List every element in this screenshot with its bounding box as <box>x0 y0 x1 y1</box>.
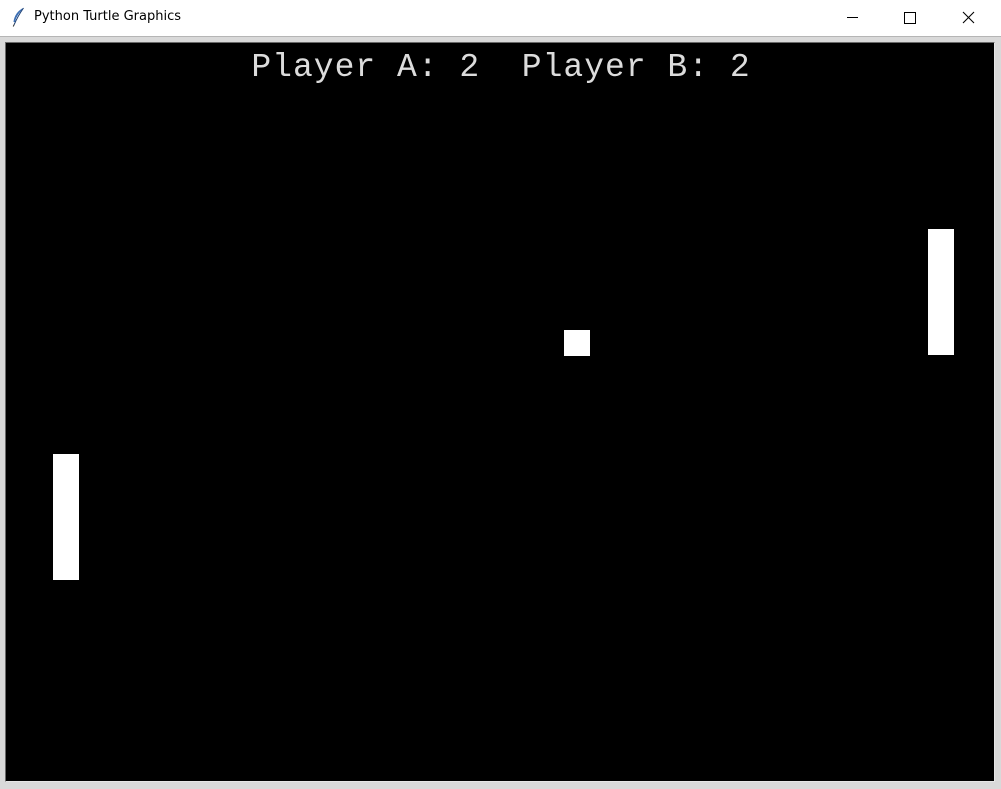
close-icon <box>962 11 975 24</box>
app-window: Python Turtle Graphics Player A: 2 Playe… <box>0 0 1001 789</box>
minimize-icon <box>847 17 858 18</box>
maximize-icon <box>904 12 916 24</box>
close-button[interactable] <box>939 0 997 36</box>
window-title: Python Turtle Graphics <box>34 9 181 24</box>
game-canvas[interactable]: Player A: 2 Player B: 2 <box>5 42 995 782</box>
paddle-b <box>928 229 954 355</box>
scoreboard: Player A: 2 Player B: 2 <box>251 49 751 86</box>
minimize-button[interactable] <box>823 0 881 36</box>
feather-icon <box>11 7 25 27</box>
maximize-button[interactable] <box>881 0 939 36</box>
title-bar[interactable]: Python Turtle Graphics <box>0 0 1001 36</box>
paddle-a <box>53 454 79 580</box>
ball <box>564 330 590 356</box>
